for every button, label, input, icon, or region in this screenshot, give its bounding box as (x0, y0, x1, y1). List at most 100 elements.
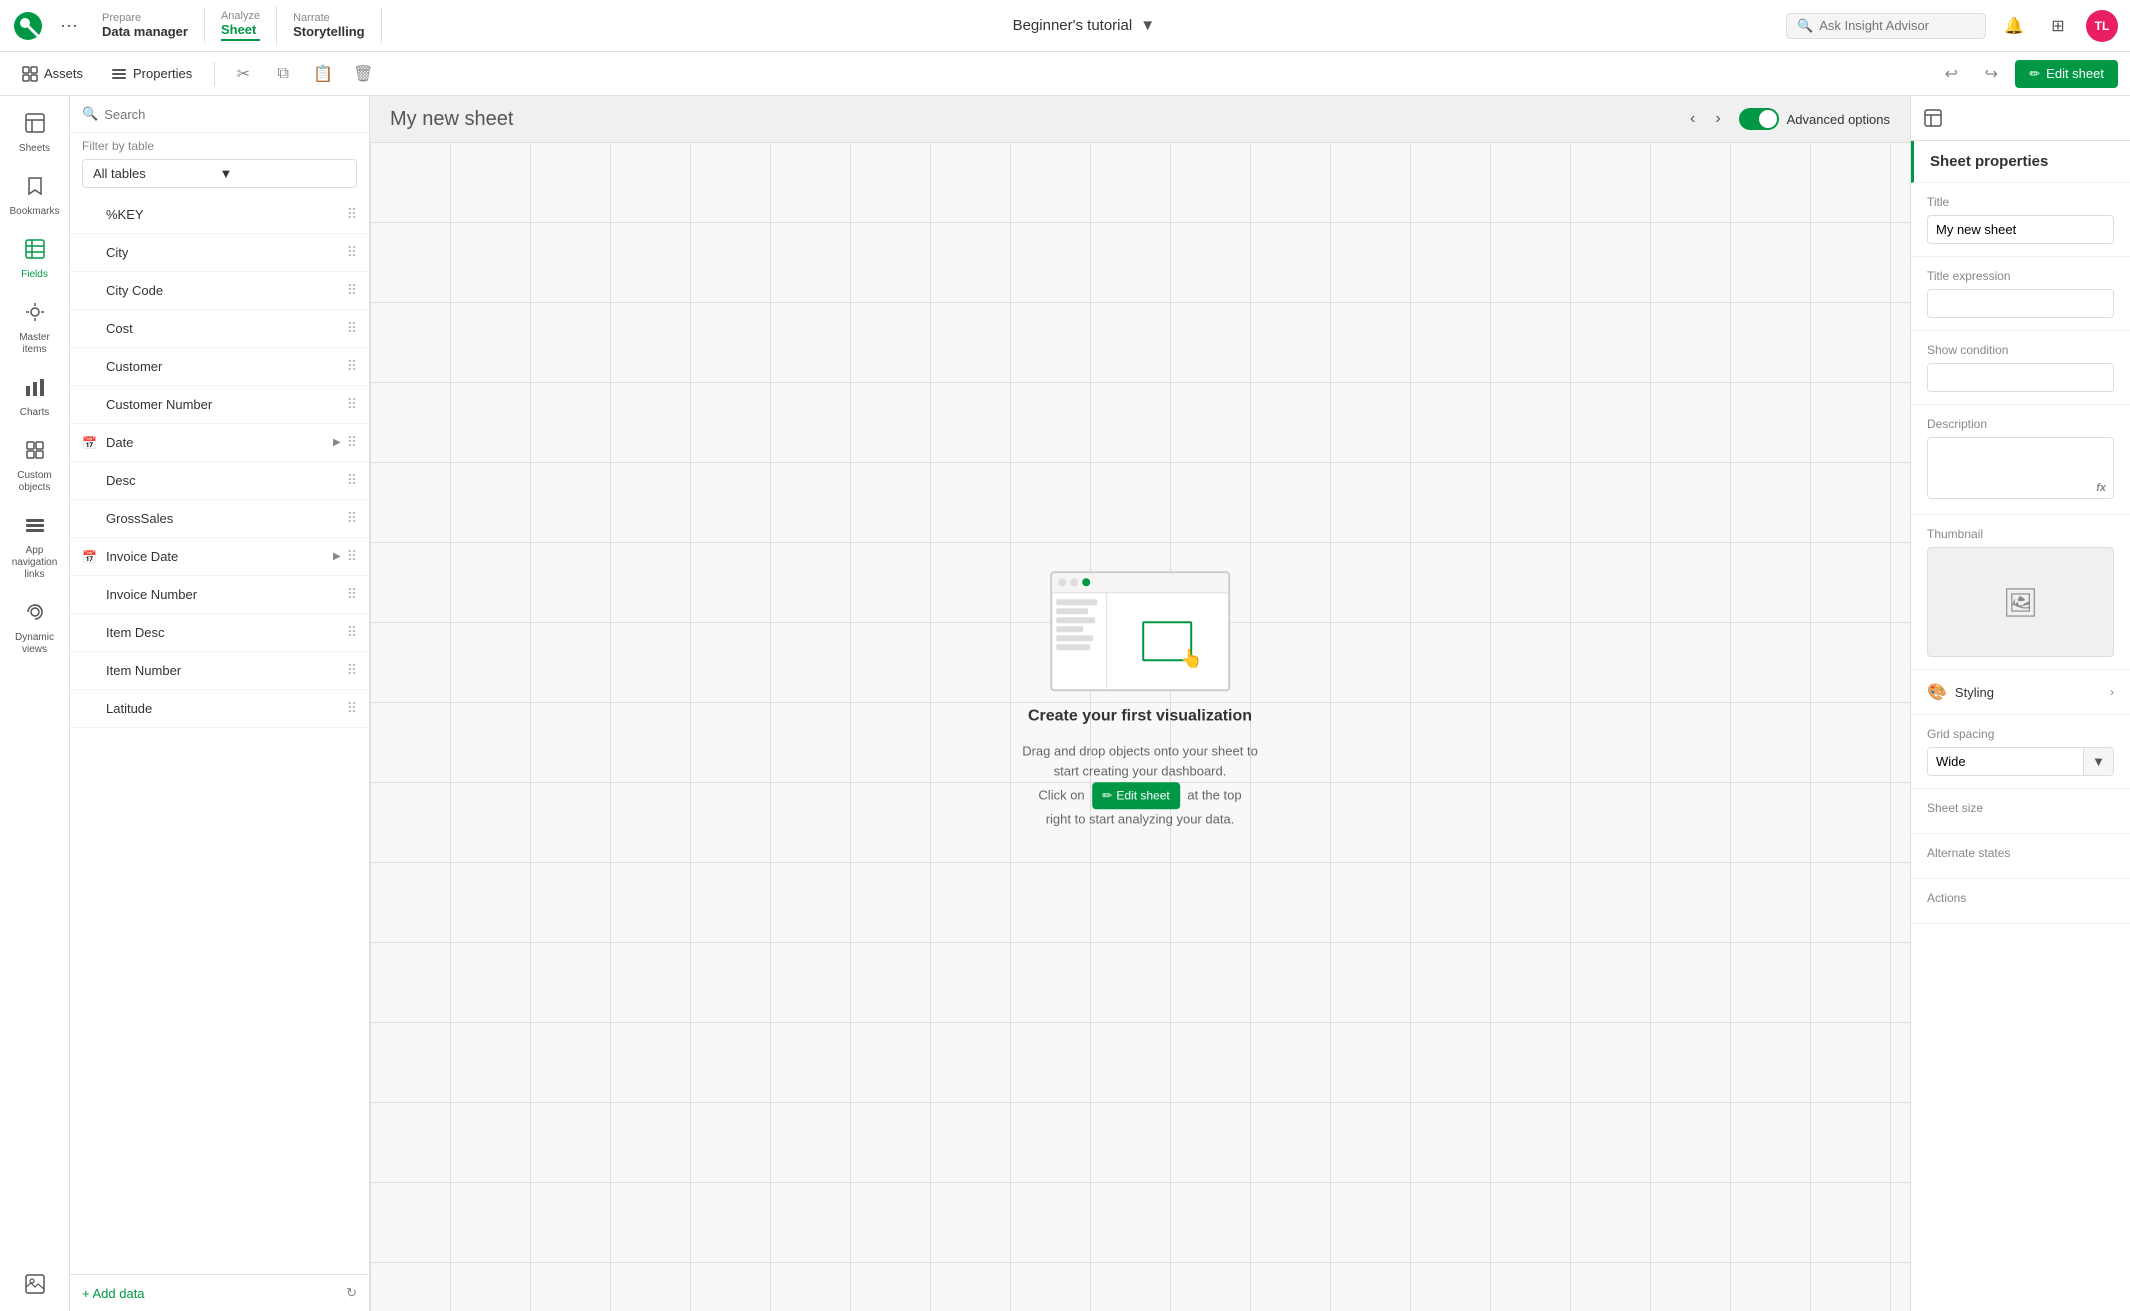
thumbnail-preview[interactable]: 🖼 (1927, 547, 2114, 657)
user-avatar[interactable]: TL (2086, 10, 2118, 42)
sidebar-item-master-items[interactable]: Master items (4, 293, 66, 364)
next-sheet-button[interactable]: › (1709, 106, 1726, 132)
advanced-options-toggle[interactable]: Advanced options (1739, 108, 1890, 130)
sidebar-expand-icon[interactable] (4, 1265, 66, 1303)
nav-narrate[interactable]: Narrate Storytelling (277, 8, 382, 43)
right-panel-top (1911, 96, 2130, 141)
sidebar-item-fields[interactable]: Fields (4, 230, 66, 289)
field-item-latitude[interactable]: Latitude ⠿ (70, 690, 369, 728)
field-drag-handle[interactable]: ⠿ (347, 396, 357, 413)
title-label: Title (1927, 195, 2114, 209)
sidebar-item-app-nav[interactable]: App navigation links (4, 506, 66, 589)
panel-icon (1923, 108, 1943, 128)
placeholder-right: 👆 (1107, 593, 1228, 689)
field-drag-handle[interactable]: ⠿ (347, 358, 357, 375)
assets-label: Assets (44, 66, 83, 81)
field-item-customer-number[interactable]: Customer Number ⠿ (70, 386, 369, 424)
nav-analyze[interactable]: Analyze Sheet (205, 6, 277, 45)
notifications-icon[interactable]: 🔔 (1998, 10, 2030, 42)
master-items-label: Master items (8, 332, 62, 356)
styling-row[interactable]: 🎨 Styling › (1911, 670, 2130, 715)
show-condition-section: Show condition fx (1911, 331, 2130, 405)
field-drag-handle[interactable]: ⠿ (347, 662, 357, 679)
edit-sheet-button[interactable]: ✏ Edit sheet (2015, 60, 2118, 88)
image-icon (24, 1273, 46, 1295)
field-item-city-code[interactable]: City Code ⠿ (70, 272, 369, 310)
field-item-invoice-date[interactable]: 📅 Invoice Date ▶ ⠿ (70, 538, 369, 576)
sidebar-item-bookmarks[interactable]: Bookmarks (4, 167, 66, 226)
field-drag-handle[interactable]: ⠿ (347, 320, 357, 337)
nav-right-area: 🔍 🔔 ⊞ TL (1786, 10, 2118, 42)
title-expression-label: Title expression (1927, 269, 2114, 283)
sidebar-item-sheets[interactable]: Sheets (4, 104, 66, 163)
sidebar-item-custom-objects[interactable]: Custom objects (4, 431, 66, 502)
nav-prepare[interactable]: Prepare Data manager (86, 8, 205, 43)
field-item-city[interactable]: City ⠿ (70, 234, 369, 272)
top-navigation: ··· Prepare Data manager Analyze Sheet N… (0, 0, 2130, 52)
app-nav-icon (24, 514, 46, 541)
qlik-logo[interactable] (12, 10, 44, 42)
paste-icon[interactable]: 📋 (307, 58, 339, 90)
more-options-icon[interactable]: ··· (52, 11, 86, 40)
field-item-cost[interactable]: Cost ⠿ (70, 310, 369, 348)
assets-tab[interactable]: Assets (12, 62, 93, 86)
delete-icon[interactable]: 🗑 (347, 58, 379, 90)
inline-edit-sheet-button[interactable]: ✏ Edit sheet (1092, 782, 1179, 809)
field-item-item-number[interactable]: Item Number ⠿ (70, 652, 369, 690)
add-data-button[interactable]: + Add data (82, 1286, 340, 1301)
advanced-toggle-switch[interactable] (1739, 108, 1779, 130)
title-input[interactable] (1927, 215, 2114, 244)
palette-icon: 🎨 (1927, 682, 1947, 702)
field-drag-handle[interactable]: ⠿ (347, 472, 357, 489)
field-drag-handle[interactable]: ⠿ (347, 586, 357, 603)
app-title[interactable]: Beginner's tutorial ▼ (382, 17, 1786, 34)
description-section: Description fx (1911, 405, 2130, 515)
sidebar-item-charts[interactable]: Charts (4, 368, 66, 427)
field-item-item-desc[interactable]: Item Desc ⠿ (70, 614, 369, 652)
right-panel: Sheet properties Title Title expression … (1910, 96, 2130, 1311)
expand-arrow-icon[interactable]: ▶ (333, 551, 341, 562)
placeholder-row (1056, 617, 1095, 623)
field-drag-handle[interactable]: ⠿ (347, 624, 357, 641)
redo-icon[interactable]: ↪ (1975, 58, 2007, 90)
field-drag-handle[interactable]: ⠿ (347, 700, 357, 717)
placeholder-row (1056, 635, 1093, 641)
title-expression-section: Title expression fx (1911, 257, 2130, 331)
field-drag-handle[interactable]: ⠿ (347, 244, 357, 261)
properties-tab[interactable]: Properties (101, 62, 202, 86)
cut-icon[interactable]: ✂ (227, 58, 259, 90)
field-item-desc[interactable]: Desc ⠿ (70, 462, 369, 500)
prev-sheet-button[interactable]: ‹ (1684, 106, 1701, 132)
field-drag-handle[interactable]: ⠿ (347, 206, 357, 223)
field-drag-handle[interactable]: ⠿ (347, 548, 357, 565)
show-condition-input[interactable] (1928, 364, 2114, 391)
description-textarea[interactable] (1927, 437, 2114, 499)
field-drag-handle[interactable]: ⠿ (347, 282, 357, 299)
copy-icon[interactable]: ⧉ (267, 58, 299, 90)
apps-grid-icon[interactable]: ⊞ (2042, 10, 2074, 42)
sheet-size-section: Sheet size (1911, 789, 2130, 834)
field-drag-handle[interactable]: ⠿ (347, 434, 357, 451)
field-item-gross-sales[interactable]: GrossSales ⠿ (70, 500, 369, 538)
refresh-icon[interactable]: ↻ (346, 1285, 357, 1301)
insight-advisor-input[interactable] (1819, 18, 1959, 33)
sidebar-item-dynamic-views[interactable]: Dynamic views (4, 593, 66, 664)
title-expression-input[interactable] (1928, 290, 2114, 317)
fields-search-input[interactable] (104, 107, 357, 122)
grid-spacing-select[interactable]: Wide Medium Narrow (1928, 748, 2083, 775)
nav-prepare-main: Data manager (102, 24, 188, 39)
field-item-customer[interactable]: Customer ⠿ (70, 348, 369, 386)
field-item-key[interactable]: %KEY ⠿ (70, 196, 369, 234)
field-drag-handle[interactable]: ⠿ (347, 510, 357, 527)
insight-advisor-search[interactable]: 🔍 (1786, 13, 1986, 39)
field-item-invoice-number[interactable]: Invoice Number ⠿ (70, 576, 369, 614)
fields-label: Fields (21, 269, 48, 281)
expand-arrow-icon[interactable]: ▶ (333, 437, 341, 448)
placeholder-row (1056, 608, 1088, 614)
description-fx-button[interactable]: fx (2096, 482, 2106, 494)
field-item-date[interactable]: 📅 Date ▶ ⠿ (70, 424, 369, 462)
filter-table-dropdown[interactable]: All tables ▼ (82, 159, 357, 188)
sidebar-bottom-icon[interactable] (4, 1265, 66, 1303)
search-icon: 🔍 (1797, 18, 1813, 34)
undo-icon[interactable]: ↩ (1935, 58, 1967, 90)
